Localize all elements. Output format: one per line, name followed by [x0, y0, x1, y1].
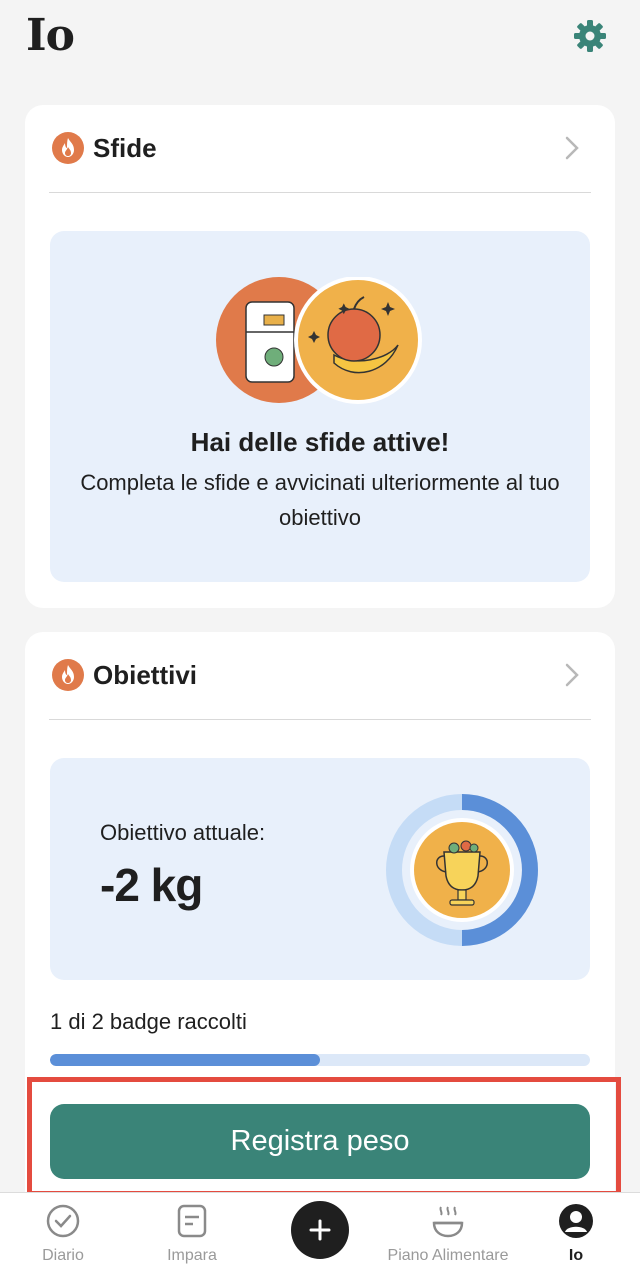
current-goal-label: Obiettivo attuale: — [100, 820, 266, 845]
tab-label: Diario — [42, 1247, 84, 1264]
flame-icon — [52, 659, 84, 691]
divider — [49, 192, 591, 193]
tab-impara[interactable]: Impara — [142, 1193, 242, 1280]
sfide-card-header[interactable]: Sfide — [25, 105, 615, 193]
bowl-icon — [432, 1206, 464, 1238]
gear-icon[interactable] — [572, 18, 608, 54]
plus-icon — [309, 1219, 331, 1241]
sfide-heading: Hai delle sfide attive! — [190, 427, 450, 457]
sfide-description: Completa le sfide e avvicinati ulteriorm… — [80, 470, 560, 530]
current-goal-value: -2 kg — [100, 859, 203, 911]
sfide-card: Sfide Hai delle sfide attive! Completa l… — [25, 105, 615, 608]
obiettivi-card-header[interactable]: Obiettivi — [25, 632, 615, 720]
tab-label: Io — [568, 1247, 584, 1264]
sfide-title: Sfide — [93, 133, 157, 163]
tab-piano-alimentare[interactable]: Piano Alimentare — [378, 1193, 518, 1280]
chevron-right-icon[interactable] — [562, 135, 582, 161]
sfide-panel: Hai delle sfide attive! Completa le sfid… — [50, 231, 590, 582]
goal-progress-ring — [386, 794, 538, 946]
badges-progress-bar — [50, 1054, 590, 1066]
register-weight-button[interactable]: Registra peso — [50, 1104, 590, 1179]
badges-progress-fill — [50, 1054, 320, 1066]
obiettivo-panel[interactable]: Obiettivo attuale: -2 kg — [50, 758, 590, 980]
tab-label: Piano Alimentare — [387, 1247, 509, 1264]
tab-io[interactable]: Io — [536, 1193, 616, 1280]
user-icon — [559, 1204, 593, 1238]
tab-label: Impara — [167, 1247, 217, 1264]
tab-diario[interactable]: Diario — [14, 1193, 112, 1280]
page-title: Io — [26, 10, 75, 61]
flame-icon — [52, 132, 84, 164]
fridge-fruit-illustration — [216, 277, 422, 404]
divider — [49, 719, 591, 720]
obiettivi-title: Obiettivi — [93, 660, 198, 690]
document-icon — [177, 1204, 207, 1238]
badges-collected-text: 1 di 2 badge raccolti — [50, 1009, 247, 1034]
bottom-tab-bar: Diario Impara Piano Alimentare Io — [0, 1192, 640, 1280]
check-circle-icon — [46, 1204, 80, 1238]
header: Io — [0, 0, 640, 90]
add-button[interactable] — [291, 1201, 349, 1259]
chevron-right-icon[interactable] — [562, 662, 582, 688]
